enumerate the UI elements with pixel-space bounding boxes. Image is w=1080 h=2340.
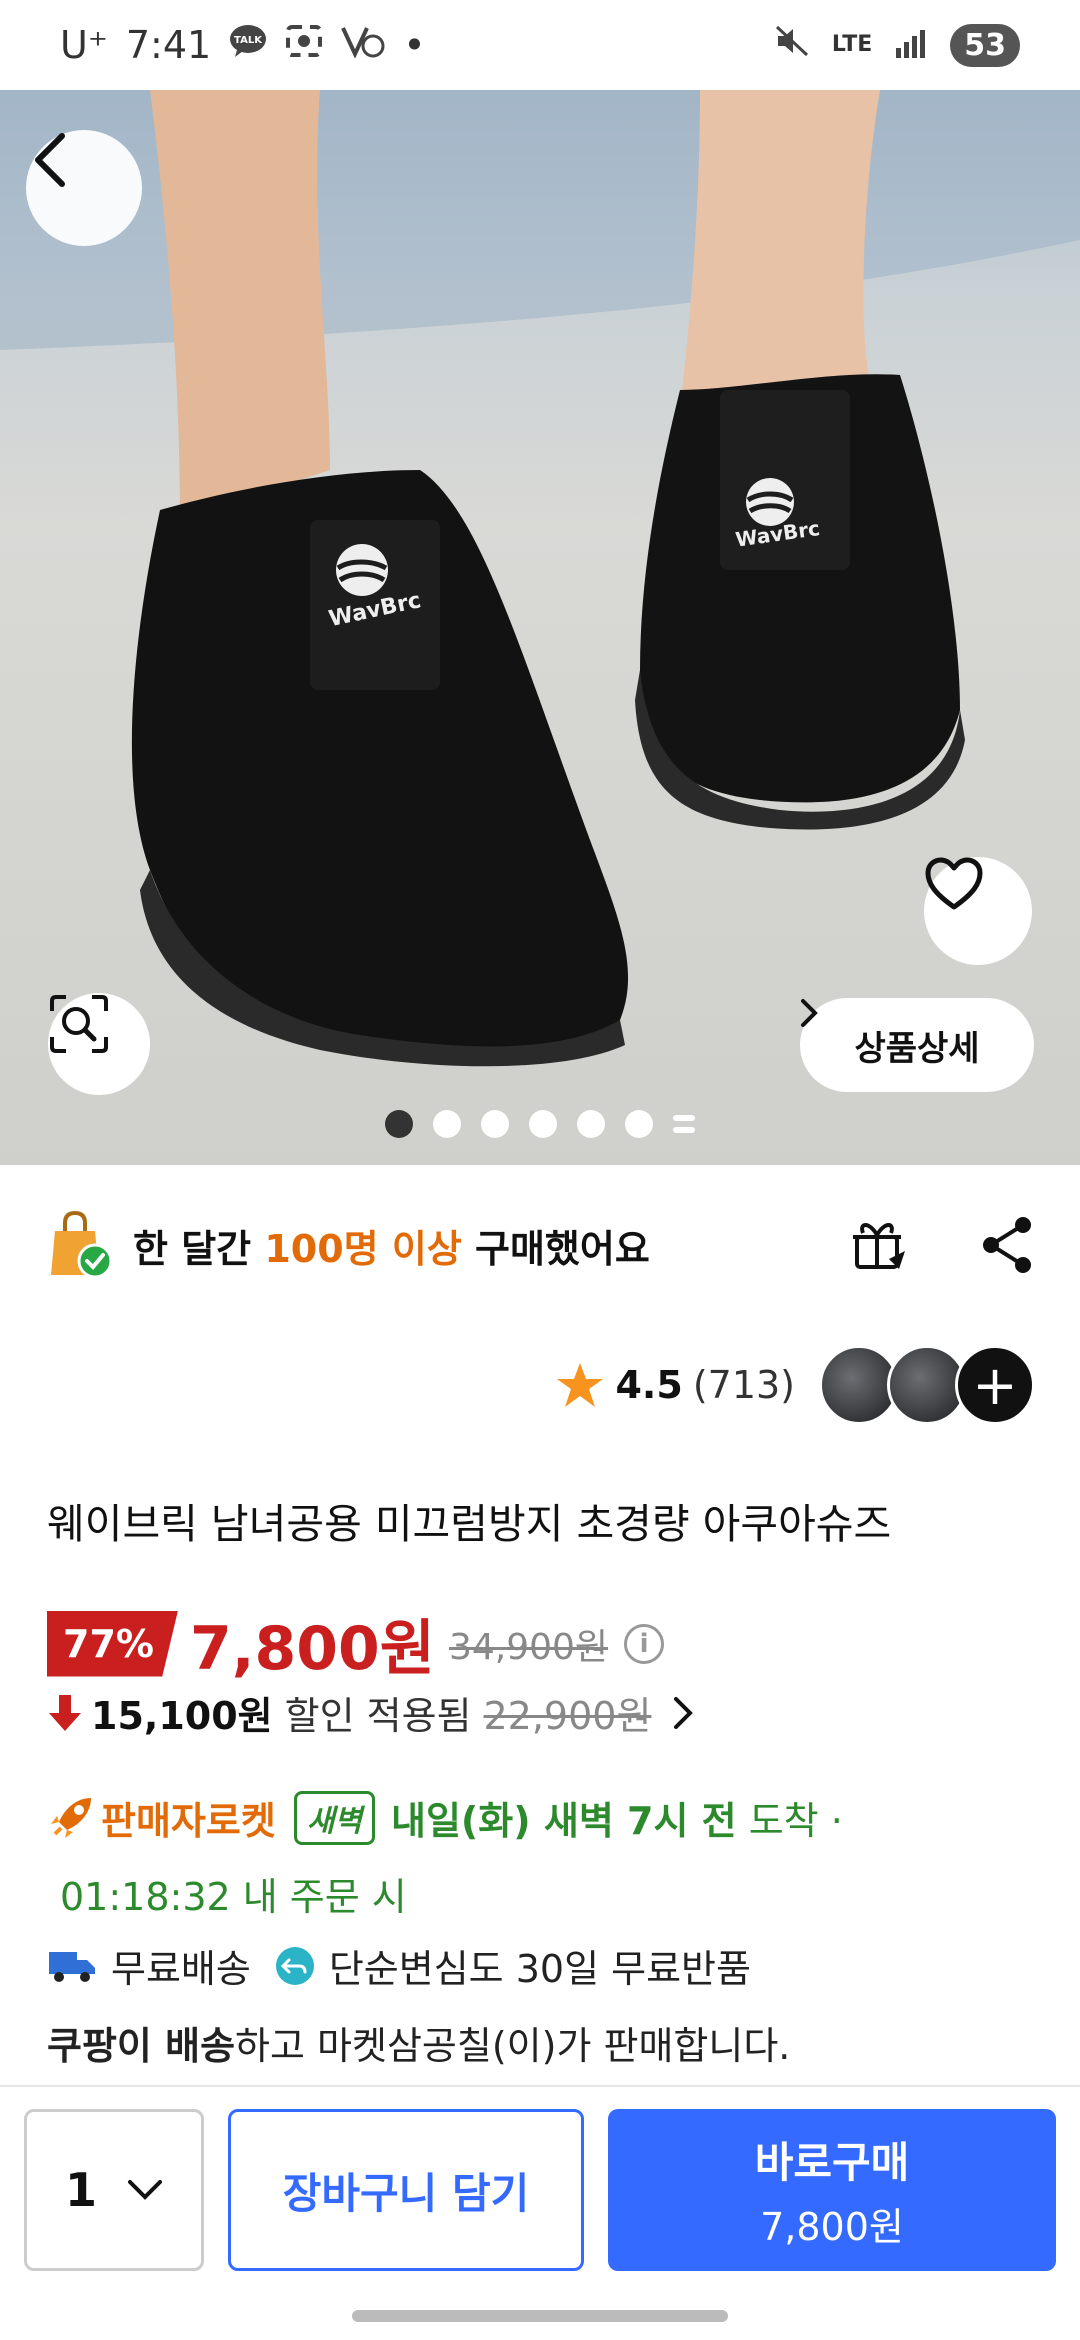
delivery-eta-tail: 도착 ·	[736, 1799, 843, 1843]
carousel-dots	[0, 1110, 1080, 1138]
bottom-action-bar: 1 장바구니 담기 바로구매 7,800원	[0, 2085, 1080, 2315]
home-indicator[interactable]	[352, 2310, 728, 2322]
product-detail-label: 상품상세	[854, 1028, 980, 1069]
carousel-dot[interactable]	[577, 1110, 605, 1138]
seller-rocket-label: 판매자로켓	[101, 1799, 276, 1843]
heart-icon	[925, 857, 983, 910]
quantity-value: 1	[64, 2163, 97, 2217]
quantity-select[interactable]: 1	[24, 2109, 204, 2271]
mute-icon	[774, 23, 810, 67]
info-icon[interactable]: i	[624, 1623, 665, 1664]
carrier-label: U⁺	[60, 23, 108, 67]
buy-now-label: 바로구매	[754, 2138, 910, 2187]
clock: 7:41	[125, 23, 212, 67]
product-title: 웨이브릭 남녀공용 미끄럼방지 초경량 아쿠아슈즈	[47, 1500, 892, 1548]
discount-badge: 77%	[47, 1610, 178, 1677]
carousel-dot[interactable]	[433, 1110, 461, 1138]
carousel-dot[interactable]	[529, 1110, 557, 1138]
star-icon	[557, 1363, 604, 1407]
chevron-right-icon	[674, 1696, 694, 1729]
seller-info: 쿠팡이 배송하고 마켓삼공칠(이)가 판매합니다.	[47, 2024, 791, 2068]
battery-indicator: 53	[950, 23, 1020, 67]
talk-label: TALK	[234, 35, 263, 46]
alert-app-icon	[341, 23, 385, 67]
buy-now-price: 7,800원	[760, 2205, 904, 2249]
saving-amount: 15,100원	[91, 1694, 273, 1738]
rocket-icon	[51, 1797, 91, 1838]
carousel-dot[interactable]	[625, 1110, 653, 1138]
review-count: (713)	[692, 1363, 795, 1407]
product-image-carousel[interactable]: WavBrc WavBrc 상품상세	[0, 90, 1080, 1165]
back-button[interactable]	[26, 130, 142, 246]
wishlist-button[interactable]	[924, 857, 1032, 965]
arrow-down-icon	[49, 1694, 81, 1731]
chevron-down-icon	[128, 2180, 162, 2200]
shipping-row: 무료배송 단순변심도 30일 무료반품	[47, 1938, 751, 1993]
screenshot-icon	[285, 23, 323, 67]
delivery-eta: 내일(화) 새벽 7시 전	[391, 1799, 737, 1843]
status-bar: U⁺ 7:41 TALK • LTE 53	[0, 0, 1080, 90]
share-icon[interactable]	[979, 1215, 1035, 1275]
price-row: 77% 7,800원 34,900원 i	[47, 1600, 665, 1687]
saving-was-price: 22,900원	[483, 1694, 652, 1738]
more-reviews-plus-icon[interactable]: +	[955, 1345, 1035, 1425]
product-detail-button[interactable]: 상품상세	[800, 998, 1034, 1092]
carousel-dot[interactable]	[385, 1110, 413, 1138]
rating-row[interactable]: 4.5 (713) +	[555, 1345, 1035, 1425]
truck-icon	[49, 1951, 95, 1982]
saving-row[interactable]: 15,100원 할인 적용됨 22,900원	[47, 1685, 695, 1740]
image-search-button[interactable]	[48, 993, 150, 1095]
network-label: LTE	[831, 32, 873, 57]
dot-indicator: •	[403, 23, 426, 67]
sale-price: 7,800원	[189, 1614, 435, 1684]
chevron-left-icon	[35, 133, 65, 187]
rating-score: 4.5	[615, 1363, 683, 1407]
popularity-row: 한 달간 100명 이상 구매했어요	[45, 1200, 1035, 1290]
buy-now-button[interactable]: 바로구매 7,800원	[608, 2109, 1056, 2271]
add-to-cart-button[interactable]: 장바구니 담기	[228, 2109, 584, 2271]
carousel-dot[interactable]	[481, 1110, 509, 1138]
gift-share-icon[interactable]	[849, 1215, 909, 1275]
chat-icon: TALK	[229, 23, 267, 67]
carousel-more-icon[interactable]	[673, 1115, 695, 1133]
shopping-bag-check-icon	[51, 1210, 113, 1279]
saving-text: 할인 적용됨	[284, 1694, 472, 1738]
dawn-delivery-badge: 새벽	[293, 1790, 376, 1845]
signal-icon	[894, 23, 928, 67]
return-icon	[275, 1946, 314, 1985]
free-return-label: 단순변심도 30일 무료반품	[328, 1947, 751, 1991]
chevron-right-icon	[801, 999, 818, 1027]
image-search-icon	[50, 995, 108, 1053]
delivery-row: 판매자로켓 새벽 내일(화) 새벽 7시 전 도착 ·	[47, 1790, 843, 1845]
free-shipping-label: 무료배송	[111, 1947, 251, 1991]
add-to-cart-label: 장바구니 담기	[282, 2168, 530, 2218]
order-cutoff: 01:18:32 내 주문 시	[60, 1875, 407, 1919]
popularity-text: 한 달간 100명 이상 구매했어요	[133, 1226, 650, 1271]
original-price: 34,900원	[448, 1626, 609, 1668]
